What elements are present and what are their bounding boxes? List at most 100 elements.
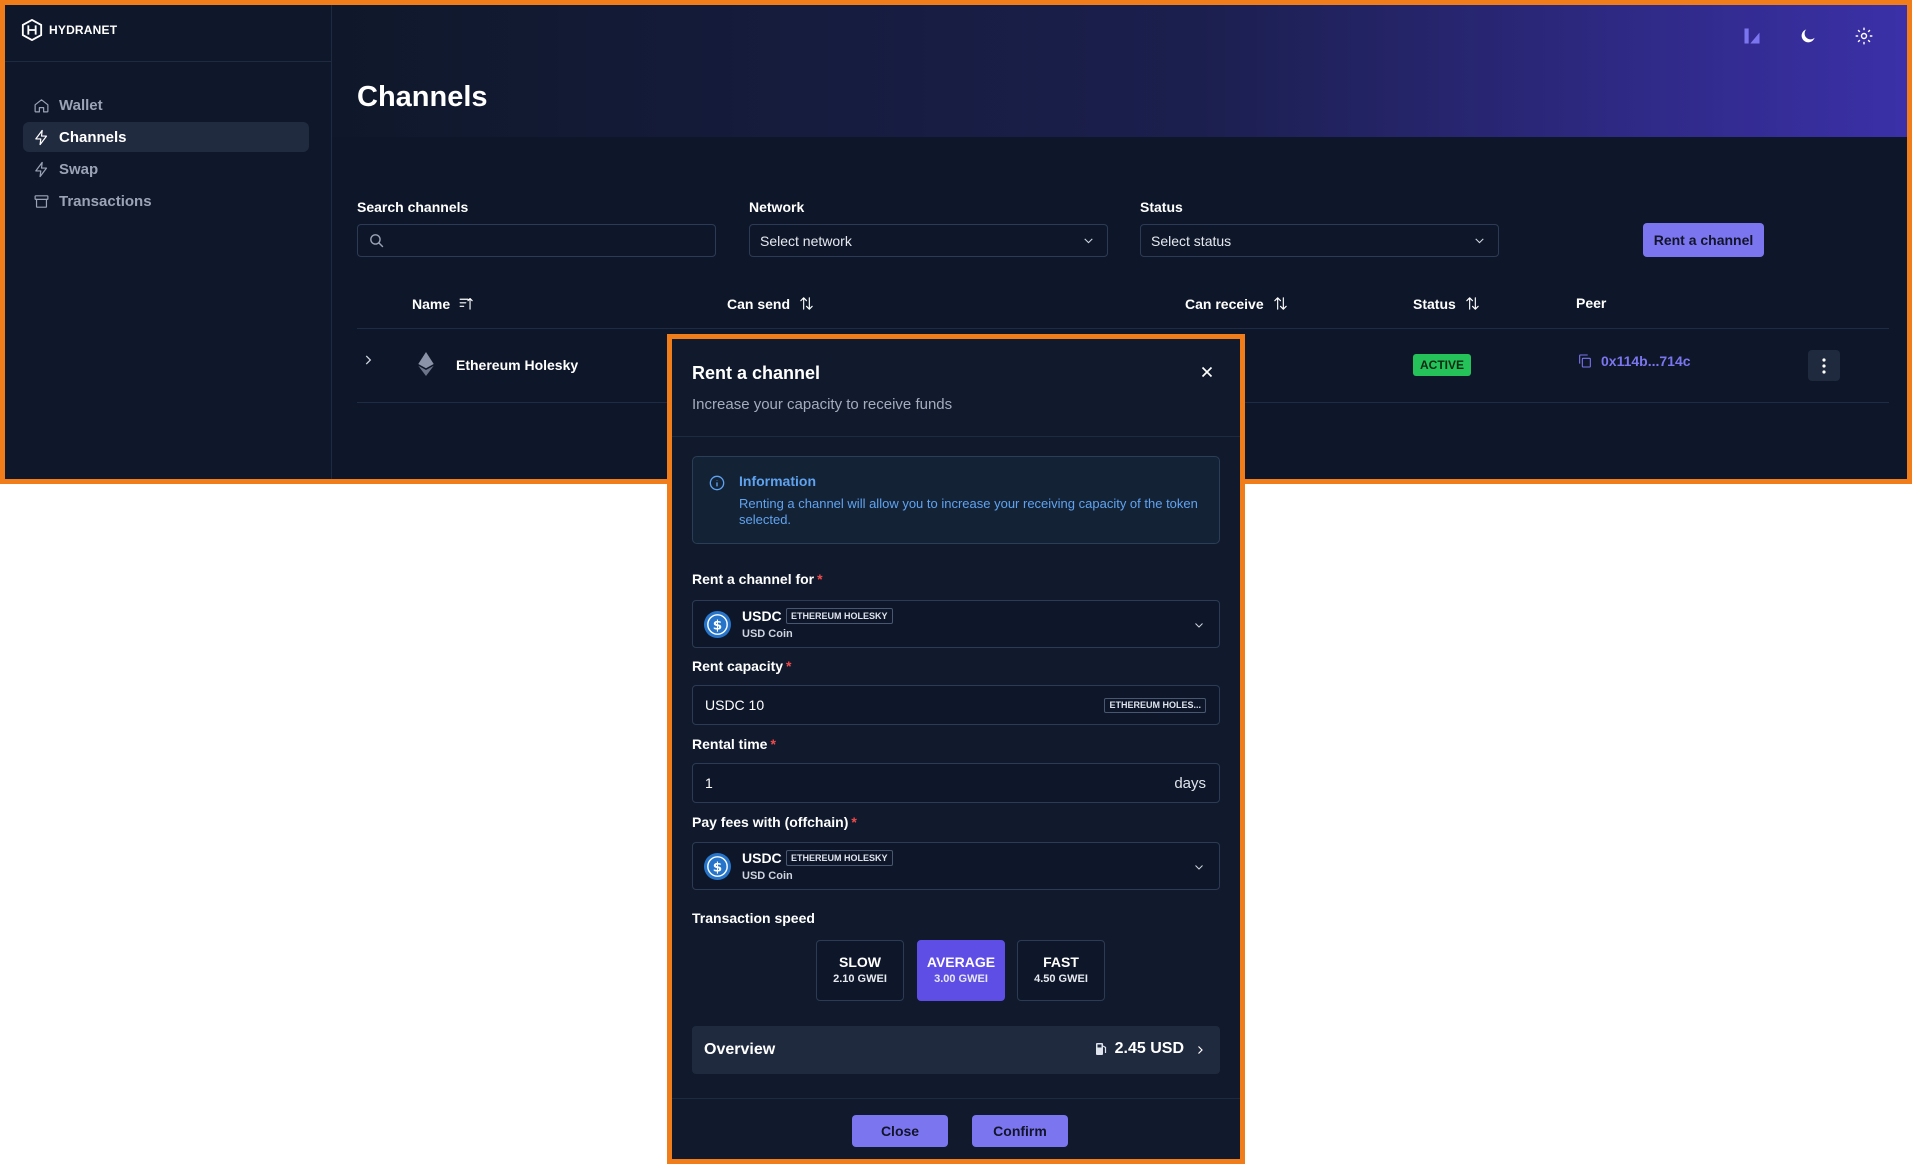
network-badge: ETHEREUM HOLESKY <box>786 850 893 866</box>
sidebar-item-channels[interactable]: Channels <box>23 122 309 152</box>
speed-name: AVERAGE <box>926 954 996 970</box>
field-label-text: Pay fees with (offchain) <box>692 814 849 830</box>
close-icon[interactable] <box>1198 363 1216 381</box>
network-badge: ETHEREUM HOLESKY <box>786 608 893 624</box>
required-mark: * <box>851 814 857 830</box>
overview-value: 2.45 USD <box>1095 1040 1184 1058</box>
rental-time-value: 1 <box>705 775 713 791</box>
peer-link[interactable]: 0x114b...714c <box>1577 353 1691 369</box>
channel-name: Ethereum Holesky <box>456 357 579 373</box>
sidebar-item-label: Channels <box>59 128 127 146</box>
logo[interactable]: HYDRANET <box>21 19 117 41</box>
speed-average-button[interactable]: AVERAGE 3.00 GWEI <box>917 940 1005 1001</box>
sort-icon <box>1273 297 1287 310</box>
row-menu-button[interactable] <box>1808 350 1840 381</box>
modal-subtitle: Increase your capacity to receive funds <box>692 396 953 413</box>
token-symbol: USDC <box>742 608 782 624</box>
close-button[interactable]: Close <box>852 1115 948 1147</box>
chevron-down-icon <box>1084 238 1093 244</box>
header-actions <box>1739 23 1877 49</box>
network-select-value: Select network <box>760 232 852 249</box>
pay-fees-select[interactable]: $ USDC ETHEREUM HOLESKY USD Coin <box>692 842 1220 890</box>
sidebar-item-swap[interactable]: Swap <box>23 154 309 184</box>
pay-fees-label: Pay fees with (offchain) * <box>692 814 857 830</box>
sidebar-item-label: Transactions <box>59 192 152 210</box>
more-vertical-icon <box>1822 357 1826 374</box>
speed-slow-button[interactable]: SLOW 2.10 GWEI <box>816 940 904 1001</box>
field-label-text: Rent a channel for <box>692 571 815 587</box>
sidebar-item-transactions[interactable]: Transactions <box>23 186 309 216</box>
rental-time-input[interactable]: 1 days <box>692 763 1220 803</box>
required-mark: * <box>786 658 792 674</box>
sidebar-item-label: Wallet <box>59 96 103 114</box>
rental-time-unit: days <box>1174 775 1206 792</box>
column-header-label: Can send <box>727 295 791 312</box>
token-name: USD Coin <box>742 870 793 882</box>
sort-icon <box>1466 297 1479 310</box>
column-header-status[interactable]: Status <box>1413 295 1481 312</box>
peer-address: 0x114b...714c <box>1601 353 1691 369</box>
column-header-can-send[interactable]: Can send <box>727 295 815 312</box>
archive-icon <box>34 194 49 208</box>
rent-for-select[interactable]: $ USDC ETHEREUM HOLESKY USD Coin <box>692 600 1220 648</box>
search-icon <box>370 234 384 248</box>
column-header-can-receive[interactable]: Can receive <box>1185 295 1289 312</box>
copy-icon[interactable] <box>1577 353 1593 369</box>
sidebar-divider <box>5 61 331 62</box>
lightning-icon <box>35 129 48 145</box>
rent-channel-modal: Rent a channel Increase your capacity to… <box>667 334 1245 1164</box>
column-header-label: Peer <box>1576 295 1607 311</box>
sidebar: HYDRANET Wallet Channels Swap Transactio… <box>5 5 332 479</box>
network-select[interactable]: Select network <box>749 224 1108 257</box>
overview-amount: 2.45 USD <box>1114 1040 1184 1057</box>
moon-icon[interactable] <box>1795 23 1821 49</box>
modal-title: Rent a channel <box>692 363 821 383</box>
info-icon <box>709 475 725 491</box>
network-badge: ETHEREUM HOLES... <box>1104 698 1206 713</box>
info-text: Renting a channel will allow you to incr… <box>739 496 1198 527</box>
confirm-button[interactable]: Confirm <box>972 1115 1068 1147</box>
svg-text:$: $ <box>713 859 722 875</box>
column-header-label: Status <box>1413 295 1456 312</box>
chevron-down-icon <box>1475 238 1484 244</box>
page-title: Channels <box>357 81 488 113</box>
sidebar-item-label: Swap <box>59 160 99 178</box>
speed-gwei: 3.00 GWEI <box>934 973 988 985</box>
speed-name: SLOW <box>839 954 881 970</box>
rent-channel-button[interactable]: Rent a channel <box>1643 223 1764 257</box>
chevron-down-icon <box>1195 623 1203 628</box>
info-title: Information <box>739 473 816 489</box>
required-mark: * <box>770 736 776 752</box>
sidebar-nav: Wallet Channels Swap Transactions <box>23 90 309 218</box>
sort-icon <box>800 297 813 310</box>
gear-icon[interactable] <box>1851 23 1877 49</box>
header-banner <box>332 5 1907 137</box>
rent-capacity-label: Rent capacity * <box>692 658 792 674</box>
chevron-down-icon <box>1195 865 1203 870</box>
chart-icon[interactable] <box>1739 23 1765 49</box>
speed-fast-button[interactable]: FAST 4.50 GWEI <box>1017 940 1105 1001</box>
speed-name: FAST <box>1043 954 1079 970</box>
search-label: Search channels <box>357 199 469 215</box>
modal-divider <box>672 436 1240 437</box>
column-header-name[interactable]: Name <box>412 295 475 312</box>
speed-gwei: 2.10 GWEI <box>833 973 887 985</box>
chevron-right-icon <box>1198 1046 1203 1054</box>
info-box: Information Renting a channel will allow… <box>692 456 1220 544</box>
ethereum-icon <box>418 352 434 376</box>
search-input[interactable] <box>357 224 716 257</box>
overview-label: Overview <box>704 1041 776 1058</box>
usdc-icon: $ <box>703 852 732 881</box>
svg-text:$: $ <box>713 617 722 633</box>
sort-icon <box>459 297 473 310</box>
sidebar-item-wallet[interactable]: Wallet <box>23 90 309 120</box>
rent-capacity-input[interactable]: USDC 10 ETHEREUM HOLES... <box>692 685 1220 725</box>
speed-gwei: 4.50 GWEI <box>1034 973 1088 985</box>
overview-row[interactable]: Overview 2.45 USD <box>692 1026 1220 1074</box>
status-select[interactable]: Select status <box>1140 224 1499 257</box>
rent-for-label: Rent a channel for * <box>692 571 823 587</box>
lightning-icon <box>35 161 48 177</box>
column-header-label: Name <box>412 295 451 312</box>
modal-divider <box>672 1098 1240 1099</box>
chevron-right-icon[interactable] <box>361 353 375 367</box>
